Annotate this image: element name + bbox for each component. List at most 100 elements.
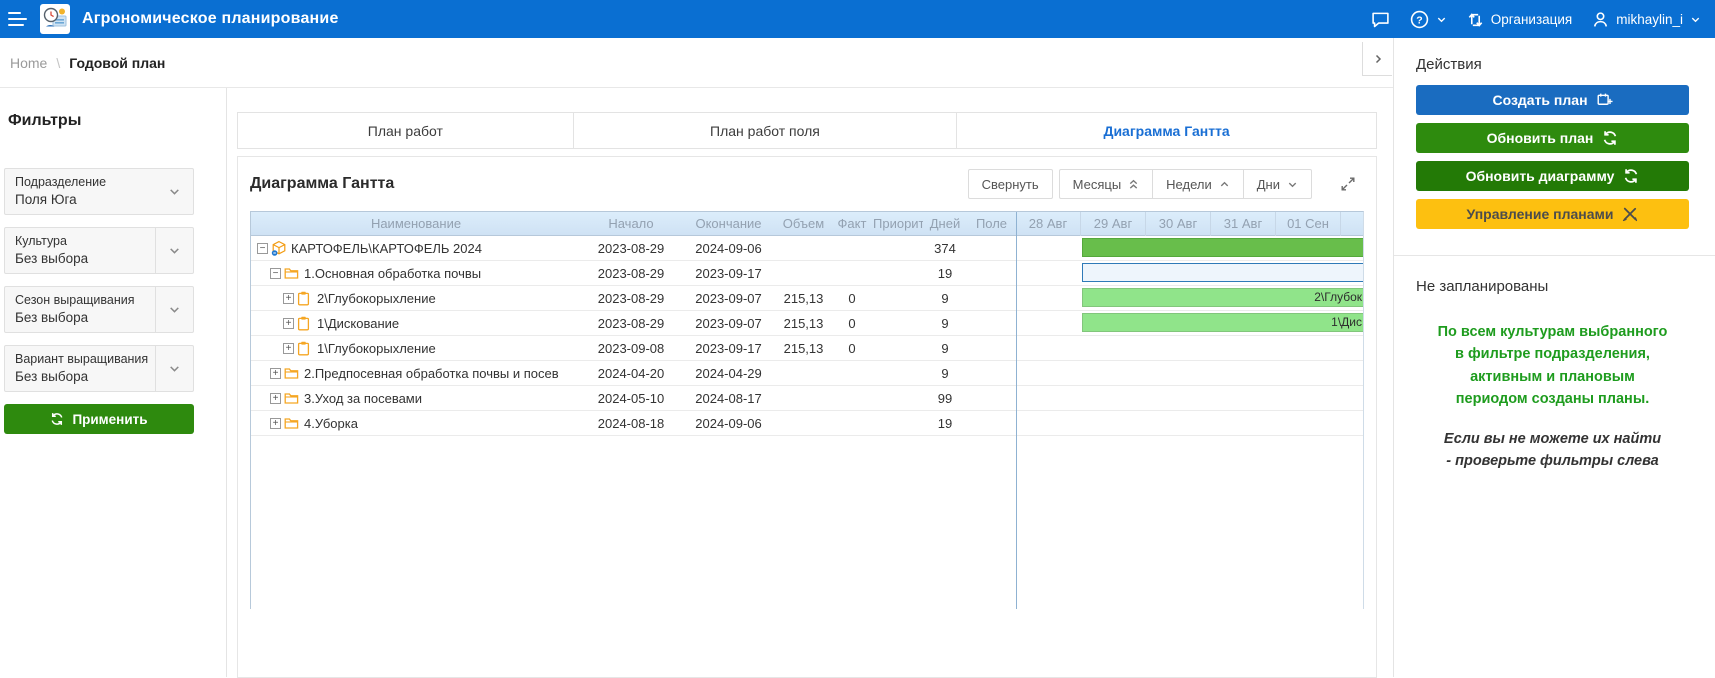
filter-label: Вариант выращивания (15, 352, 149, 366)
column-header[interactable]: Объем (776, 216, 831, 231)
action-button[interactable]: Управление планами (1416, 199, 1689, 229)
end-date: 2023-09-17 (695, 340, 762, 356)
tree-toggle[interactable]: + (270, 392, 281, 404)
column-header[interactable]: Приорите (873, 216, 923, 231)
gantt-bar[interactable]: 2\Глубок (1082, 287, 1363, 307)
chat-button[interactable] (1371, 11, 1390, 28)
action-button[interactable]: Обновить диаграмму (1416, 161, 1689, 191)
scale-days-button[interactable]: Дни (1242, 169, 1312, 199)
chevron-down-icon (1436, 14, 1447, 25)
panel-divider (1394, 255, 1715, 256)
column-header[interactable]: Дней (923, 216, 967, 231)
timeline-date: 31 Авг (1211, 212, 1276, 236)
actions-panel: Действия Создать план Обновить план Обно… (1393, 38, 1715, 677)
timeline-date: 01 Сен (1276, 212, 1341, 236)
task-name: КАРТОФЕЛЬ\КАРТОФЕЛЬ 2024 (291, 240, 482, 256)
folder-icon (284, 267, 299, 279)
view-tabs: План работ План работ поля Диаграмма Гантт… (237, 112, 1377, 149)
gantt-row[interactable]: + 2.Предпосевная обработка почвы и посев (251, 361, 1363, 386)
end-date: 2023-09-07 (695, 315, 762, 331)
panel-collapse-button[interactable] (1362, 42, 1392, 76)
column-header[interactable]: Наименование (251, 216, 581, 231)
scale-weeks-button[interactable]: Недели (1152, 169, 1243, 199)
collapse-all-button[interactable]: Свернуть (967, 169, 1053, 199)
action-button[interactable]: Обновить план (1416, 123, 1689, 153)
start-date: 2024-05-10 (597, 390, 665, 406)
task-icon (297, 341, 310, 355)
filter-dropdown-3[interactable]: Сезон выращивания Без выбора (4, 286, 194, 333)
action-button[interactable]: Создать план (1416, 85, 1689, 115)
chevron-down-icon (1690, 14, 1701, 25)
gantt-title: Диаграмма Гантта (250, 175, 395, 192)
refresh-icon (1602, 130, 1618, 146)
breadcrumb-separator: \ (56, 54, 61, 71)
fact-value: 0 (848, 315, 856, 331)
user-menu[interactable]: mikhaylin_i (1592, 11, 1701, 28)
gantt-row[interactable]: + 4.Уборка 2024-08-18 2024-09-06 19 (251, 411, 1363, 436)
row-type-icon (284, 392, 301, 405)
tab[interactable]: План работ (238, 113, 574, 148)
filter-dropdown-4[interactable]: Вариант выращивания Без выбора (4, 345, 194, 392)
end-date: 2024-08-17 (695, 390, 762, 406)
tree-toggle[interactable]: + (283, 317, 294, 329)
column-header[interactable]: Окончание (681, 216, 776, 231)
gantt-bar[interactable] (1082, 262, 1363, 282)
column-header[interactable]: Факт (831, 216, 873, 231)
app-logo[interactable] (40, 4, 70, 34)
gantt-row[interactable]: + 2\Глубокорыхление 2023-08-29 2023-09-0… (251, 286, 1363, 311)
help-menu[interactable] (1410, 10, 1447, 29)
gantt-row[interactable]: + 1\Дискование 2023-08-29 2023-09-07 215… (251, 311, 1363, 336)
gantt-row[interactable]: − КАРТОФЕЛЬ\КАРТОФЕЛЬ 2024 2023-08-29 20… (251, 236, 1363, 261)
tree-toggle[interactable]: + (270, 367, 281, 379)
task-name: 4.Уборка (304, 415, 358, 431)
start-date: 2023-08-29 (597, 240, 665, 256)
action-buttons: Создать план Обновить план Обновить диаг… (1416, 85, 1689, 229)
gantt-row[interactable]: + 3.Уход за посевами 2024-05-10 2024-08-… (251, 386, 1363, 411)
fact-value: 0 (848, 340, 856, 356)
apply-filters-button[interactable]: Применить (4, 404, 194, 434)
start-date: 2024-08-18 (597, 415, 665, 431)
gantt-bar[interactable] (1082, 237, 1363, 257)
filter-list: Подразделение Поля Юга Культура Без выбо… (4, 168, 226, 392)
tab[interactable]: План работ поля (573, 113, 958, 148)
breadcrumb-home[interactable]: Home (10, 55, 47, 71)
tab[interactable]: Диаграмма Гантта (957, 113, 1376, 148)
column-header[interactable]: Поле (967, 216, 1016, 231)
gantt-row[interactable]: − 1.Основная обработка почвы 2023-08-29 (251, 261, 1363, 286)
organization-switcher[interactable]: Организация (1467, 11, 1572, 28)
timeline-cell (1016, 386, 1363, 411)
calplus-icon (1597, 92, 1613, 108)
scale-months-button[interactable]: Месяцы (1058, 169, 1153, 199)
row-type-icon (297, 316, 314, 331)
filter-dropdown-2[interactable]: Культура Без выбора (4, 227, 194, 274)
column-header[interactable]: Начало (581, 216, 681, 231)
tree-toggle[interactable]: + (283, 292, 294, 304)
end-date: 2024-04-29 (695, 365, 762, 381)
gantt-bar[interactable]: 1\Дис (1082, 312, 1363, 332)
breadcrumb: Home \ Годовой план (0, 38, 1393, 88)
tree-toggle[interactable]: − (257, 242, 268, 254)
gantt-row[interactable]: + 1\Глубокорыхление 2023-09-08 2023-09-1… (251, 336, 1363, 361)
timeline-cell (1016, 361, 1363, 386)
unplanned-message: По всем культурам выбранного в фильтре п… (1437, 324, 1668, 408)
timeline-cell (1016, 236, 1363, 261)
username: mikhaylin_i (1616, 11, 1683, 27)
filter-dropdown-1[interactable]: Подразделение Поля Юга (4, 168, 194, 215)
task-name: 1\Глубокорыхление (317, 340, 436, 356)
hamburger-menu-icon[interactable] (8, 12, 28, 26)
gantt-table: Наименование Начало Окончание Объем Факт Прио… (250, 211, 1364, 609)
tree-toggle[interactable]: + (270, 417, 281, 429)
fullscreen-expand-icon[interactable] (1340, 176, 1356, 192)
filter-value: Без выбора (15, 310, 89, 325)
folder-icon (284, 367, 299, 379)
tools-icon (1622, 206, 1638, 222)
row-type-icon (297, 291, 314, 306)
task-name: 1.Основная обработка почвы (304, 265, 482, 281)
start-date: 2023-08-29 (597, 315, 665, 331)
filters-sidebar: Фильтры Подразделение Поля Юга Культура … (0, 88, 227, 677)
tree-toggle[interactable]: − (270, 267, 281, 279)
tree-toggle[interactable]: + (283, 342, 294, 354)
timeline-date: 02 (1341, 212, 1363, 236)
timeline-cell: 1\Дис (1016, 311, 1363, 336)
start-date: 2023-08-29 (597, 290, 665, 306)
